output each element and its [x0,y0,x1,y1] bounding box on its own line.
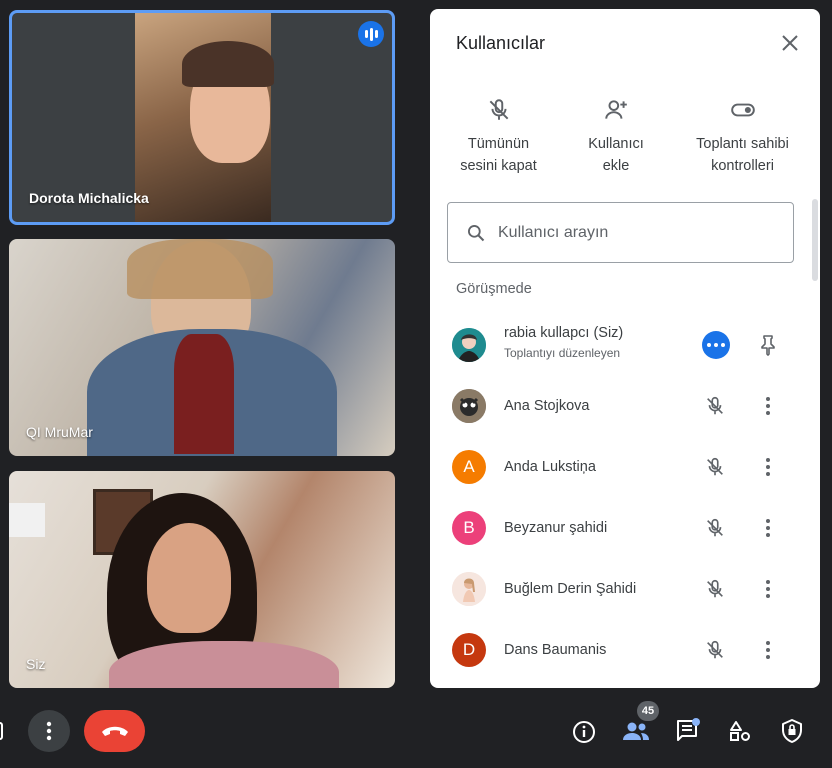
avatar-image [452,327,486,362]
toggle-icon [730,103,755,117]
tile-name: Dorota Michalicka [29,190,149,206]
more-vert-icon[interactable] [762,639,774,661]
mic-off-icon [707,579,723,597]
avatar [452,388,486,423]
participant-row: rabia kullapcı (Siz) Toplantıyı düzenley… [430,314,820,375]
participant-name: rabia kullapcı (Siz) [504,325,624,341]
participant-row: Ana Stojkova [430,375,820,436]
end-call-button[interactable] [84,710,145,752]
host-controls-button[interactable]: Toplantı sahibi kontrolleri [665,97,820,177]
avatar [452,327,486,362]
close-icon[interactable] [778,31,802,55]
more-options-button[interactable] [702,330,730,359]
people-panel: Kullanıcılar Tümünün sesini kapat Kullan… [430,9,820,688]
search-input[interactable] [498,223,768,242]
chat-icon [677,718,700,741]
add-person-icon [605,100,627,119]
panel-actions: Tümünün sesini kapat Kullanıcı ekle Topl… [430,97,820,177]
host-controls-shield-button[interactable] [778,716,806,746]
air-conditioner [9,503,45,537]
participant-name: Anda Lukstiņa [504,458,596,475]
video-tile-qi-mrumar[interactable]: QI MruMar [9,239,395,456]
mic-off-icon [707,518,723,536]
panel-scrollbar[interactable] [812,199,818,281]
participant-video-shirt [174,334,234,454]
participant-video-person [147,523,231,633]
meeting-details-button[interactable] [570,718,598,746]
shield-lock-icon [782,719,802,743]
participant-row: A Anda Lukstiņa [430,436,820,497]
participant-list: rabia kullapcı (Siz) Toplantıyı düzenley… [430,314,820,688]
more-vert-icon[interactable] [762,456,774,478]
mic-off-icon [707,396,723,414]
video-tile-self[interactable]: Siz [9,471,395,688]
mic-off-icon [707,640,723,658]
add-people-label: Kullanıcı ekle [588,136,644,174]
participant-name: Ana Stojkova [504,397,590,414]
mic-off-icon [489,99,508,120]
chat-button[interactable] [674,717,702,745]
camera-icon [0,722,3,740]
avatar [452,571,486,606]
search-box[interactable] [447,202,794,263]
mic-off-icon [707,457,723,475]
avatar: D [452,632,486,667]
camera-button[interactable] [0,710,8,752]
info-icon [573,721,595,743]
search-icon [468,224,485,241]
tile-name: QI MruMar [26,424,93,440]
participant-name: Buğlem Derin Şahidi [504,580,637,597]
speaking-indicator-icon [358,21,384,47]
more-vert-icon[interactable] [762,395,774,417]
participant-row: B Beyzanur şahidi [430,497,820,558]
avatar: B [452,510,486,545]
host-controls-label: Toplantı sahibi kontrolleri [696,136,789,174]
participant-name: Dans Baumanis [504,641,607,658]
video-tile-dorota[interactable]: Dorota Michalicka [9,10,395,225]
avatar-image [452,571,486,606]
mute-all-label: Tümünün sesini kapat [460,136,537,174]
avatar-image [452,388,486,423]
more-vert-icon [46,721,52,741]
more-vert-icon[interactable] [762,578,774,600]
tile-name: Siz [26,656,46,672]
activities-button[interactable] [726,717,754,745]
participant-name: Beyzanur şahidi [504,519,608,536]
pin-icon[interactable] [756,333,780,357]
participant-count-badge: 45 [637,701,659,721]
participant-row: D Dans Baumanis [430,619,820,680]
section-in-call: Görüşmede [456,281,532,297]
participant-row [430,680,820,688]
mute-all-button[interactable]: Tümünün sesini kapat [430,97,567,177]
panel-title: Kullanıcılar [456,33,546,53]
participant-video-shirt [109,641,339,688]
call-end-icon [101,726,128,736]
participant-row: Buğlem Derin Şahidi [430,558,820,619]
participant-video-hair [127,239,273,299]
more-options-button[interactable] [28,710,70,752]
activities-icon [730,721,750,741]
avatar: A [452,449,486,484]
more-vert-icon[interactable] [762,517,774,539]
add-people-button[interactable]: Kullanıcı ekle [567,97,665,177]
people-icon [623,722,649,740]
participant-video-hair [182,41,274,87]
participant-role: Toplantıyı düzenleyen [504,346,621,360]
